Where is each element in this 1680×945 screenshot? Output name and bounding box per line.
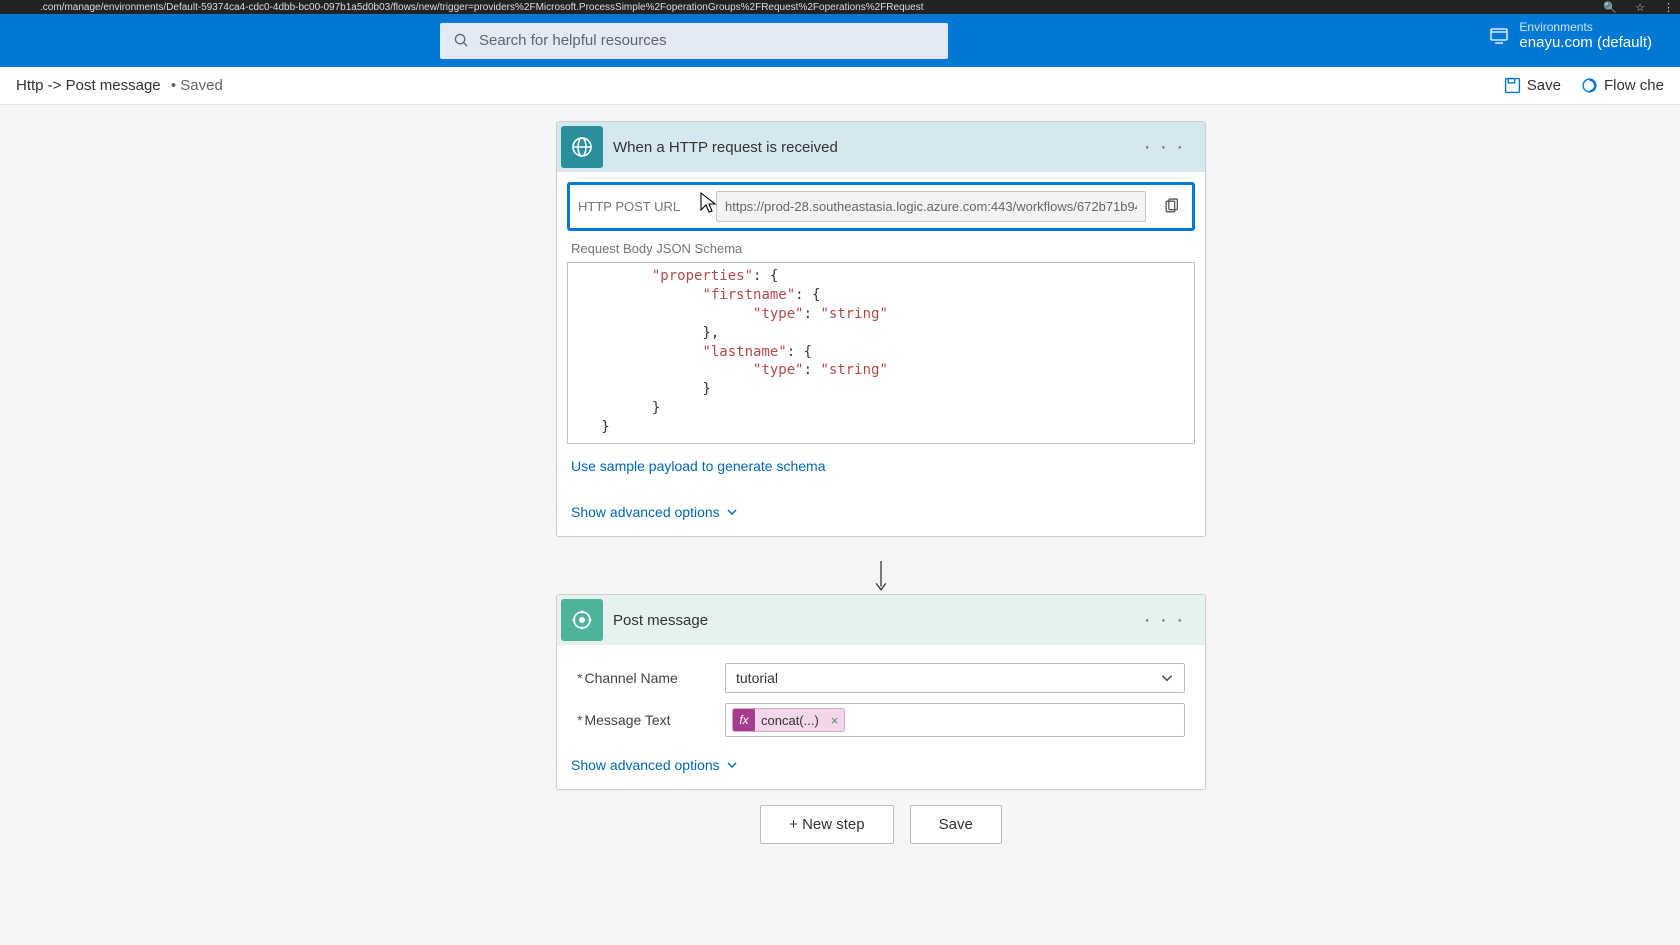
post-url-label: HTTP POST URL — [578, 199, 704, 214]
search-icon — [454, 33, 469, 48]
expression-pill[interactable]: fx concat(...) × — [732, 708, 845, 732]
action-header[interactable]: Post message · · · — [557, 595, 1205, 645]
chevron-down-icon — [726, 506, 738, 518]
save-status: Saved — [180, 77, 223, 94]
new-step-button[interactable]: + New step — [760, 805, 893, 844]
sample-payload-link[interactable]: Use sample payload to generate schema — [571, 458, 825, 474]
breadcrumb: Http -> Post message — [16, 77, 161, 94]
connector-arrow[interactable] — [556, 557, 1206, 597]
flow-checker-button[interactable]: Flow che — [1581, 77, 1664, 94]
zoom-icon[interactable]: 🔍 — [1603, 1, 1617, 14]
bottom-actions: + New step Save — [556, 805, 1206, 844]
fx-icon: fx — [733, 709, 755, 731]
browser-url: .com/manage/environments/Default-59374ca… — [40, 2, 924, 13]
trigger-card: When a HTTP request is received · · · HT… — [556, 121, 1206, 537]
message-text-label: *Message Text — [577, 712, 715, 728]
trigger-advanced-toggle[interactable]: Show advanced options — [571, 504, 738, 520]
http-post-url-row: HTTP POST URL — [567, 182, 1195, 231]
designer-canvas[interactable]: When a HTTP request is received · · · HT… — [0, 105, 1680, 945]
http-icon — [561, 126, 603, 168]
post-url-input[interactable] — [716, 191, 1146, 222]
star-icon[interactable]: ☆ — [1635, 1, 1645, 14]
channel-name-label: *Channel Name — [577, 670, 715, 686]
chevron-down-icon — [726, 759, 738, 771]
flow-toolbar: Http -> Post message • Saved Save Flow c… — [0, 67, 1680, 105]
channel-name-select[interactable]: tutorial — [725, 663, 1185, 693]
environment-picker[interactable]: Environments enayu.com (default) — [1489, 20, 1652, 51]
schema-label: Request Body JSON Schema — [571, 241, 1195, 256]
search-input[interactable] — [479, 32, 934, 49]
app-header: Environments enayu.com (default) — [0, 14, 1680, 67]
action-title: Post message — [613, 612, 1140, 629]
environment-label: Environments — [1519, 20, 1652, 34]
schema-editor[interactable]: "properties": { "firstname": { "type": "… — [567, 262, 1195, 444]
browser-address-bar: .com/manage/environments/Default-59374ca… — [0, 0, 1680, 14]
message-text-input[interactable]: fx concat(...) × — [725, 703, 1185, 737]
copy-icon — [1163, 198, 1180, 215]
action-menu-button[interactable]: · · · — [1140, 609, 1189, 632]
action-advanced-toggle[interactable]: Show advanced options — [571, 757, 738, 773]
save-flow-button[interactable]: Save — [910, 805, 1002, 844]
trigger-menu-button[interactable]: · · · — [1140, 136, 1189, 159]
trigger-title: When a HTTP request is received — [613, 139, 1140, 156]
global-search[interactable] — [440, 23, 948, 59]
action-card: Post message · · · *Channel Name tutoria… — [556, 594, 1206, 790]
trigger-header[interactable]: When a HTTP request is received · · · — [557, 122, 1205, 172]
environment-name: enayu.com (default) — [1519, 34, 1652, 51]
teams-icon — [561, 599, 603, 641]
save-icon — [1504, 77, 1521, 94]
save-button[interactable]: Save — [1504, 77, 1561, 94]
environment-icon — [1489, 26, 1509, 46]
checker-icon — [1581, 77, 1598, 94]
chevron-down-icon — [1160, 671, 1174, 685]
menu-icon[interactable]: ⋮ — [1663, 1, 1674, 14]
pill-remove-button[interactable]: × — [825, 713, 845, 728]
copy-url-button[interactable] — [1158, 194, 1184, 220]
